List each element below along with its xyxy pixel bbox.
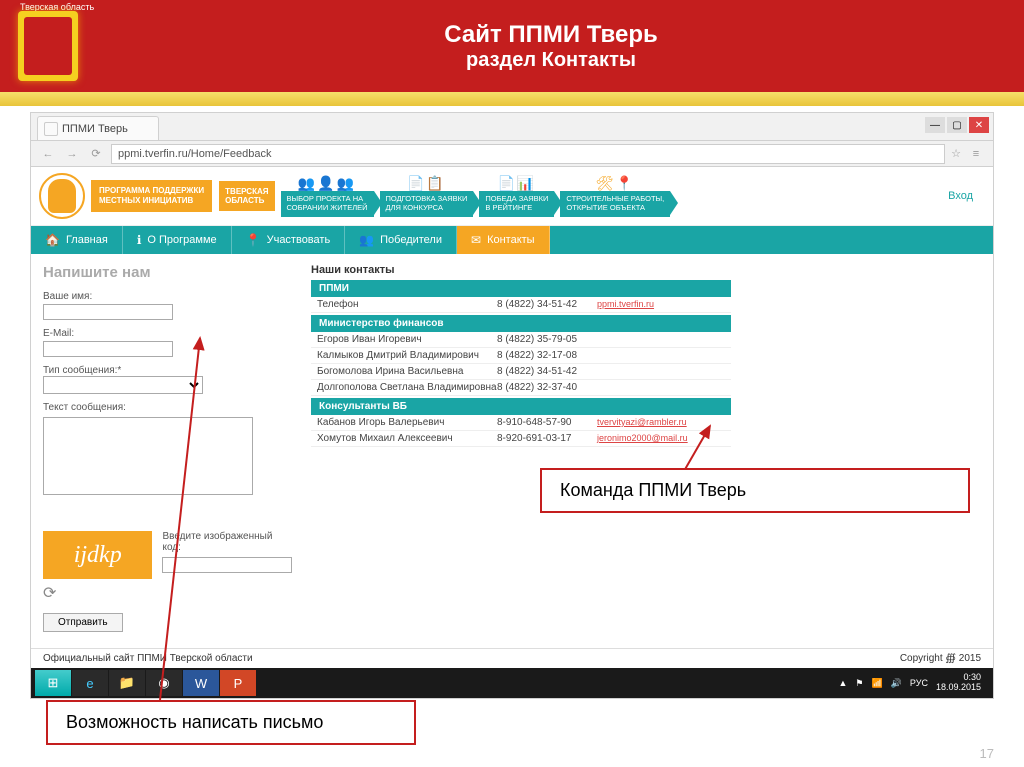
taskbar-ie-icon[interactable]: e [72, 670, 108, 696]
slide-banner: Тверская область Сайт ППМИ Тверь раздел … [0, 0, 1024, 92]
section-consultants: Консультанты ВБ [311, 398, 731, 415]
chart-icon: 📄📊 [497, 175, 536, 191]
nav-about[interactable]: ℹО Программе [123, 226, 232, 254]
tray-arrow-icon[interactable]: ▲ [838, 678, 847, 688]
document-icon: 📄📋 [407, 175, 446, 191]
tools-icon: 🛠📍 [596, 175, 635, 191]
submit-button[interactable]: Отправить [43, 613, 123, 632]
link-site[interactable]: ppmi.tverfin.ru [597, 299, 654, 310]
section-minfin: Министерство финансов [311, 315, 731, 332]
marker-icon: 📍 [246, 233, 261, 247]
form-heading: Напишите нам [43, 264, 293, 281]
tray-clock[interactable]: 0:3018.09.2015 [936, 673, 981, 693]
contact-row: Телефон8 (4822) 34-51-42ppmi.tverfin.ru [311, 297, 731, 313]
maximize-button[interactable]: ▢ [947, 117, 967, 133]
nav-participate[interactable]: 📍Участвовать [232, 226, 346, 254]
contact-row: Богомолова Ирина Васильевна8 (4822) 34-5… [311, 364, 731, 380]
address-bar: ← → ⟳ ppmi.tverfin.ru/Home/Feedback ☆ ≡ [31, 141, 993, 167]
tray-volume-icon[interactable]: 🔊 [891, 678, 902, 689]
login-link[interactable]: Вход [948, 190, 985, 202]
banner-strip [0, 92, 1024, 106]
site-logo-icon[interactable] [39, 173, 85, 219]
tab-strip: ППМИ Тверь — ▢ ✕ [31, 113, 993, 141]
tray-language[interactable]: РУС [910, 678, 928, 688]
people-icon: 👥👤👥 [298, 175, 356, 191]
nav-contacts[interactable]: ✉Контакты [457, 226, 550, 254]
back-button[interactable]: ← [39, 145, 57, 163]
site-header: ПРОГРАММА ПОДДЕРЖКИМЕСТНЫХ ИНИЦИАТИВ ТВЕ… [31, 167, 993, 226]
tray-flag-icon[interactable]: ⚑ [855, 678, 863, 689]
label-name: Ваше имя: [43, 291, 293, 302]
main-nav: 🏠Главная ℹО Программе 📍Участвовать 👥Побе… [31, 226, 993, 254]
system-tray: ▲ ⚑ 📶 🔊 РУС 0:3018.09.2015 [838, 673, 989, 693]
callout-write: Возможность написать письмо [46, 700, 416, 745]
nav-home[interactable]: 🏠Главная [31, 226, 123, 254]
contact-row: Калмыков Дмитрий Владимирович8 (4822) 32… [311, 348, 731, 364]
close-button[interactable]: ✕ [969, 117, 989, 133]
site-logo-text: ПРОГРАММА ПОДДЕРЖКИМЕСТНЫХ ИНИЦИАТИВ [91, 180, 212, 211]
menu-icon[interactable]: ≡ [967, 145, 985, 163]
home-icon: 🏠 [45, 233, 60, 247]
tray-network-icon[interactable]: 📶 [871, 678, 882, 689]
info-icon: ℹ [137, 233, 142, 247]
slide-title: Сайт ППМИ Тверь [78, 21, 1024, 49]
browser-tab[interactable]: ППМИ Тверь [37, 116, 159, 140]
copyright: Copyright ∰ 2015 [900, 653, 981, 664]
slide-number: 17 [980, 746, 994, 761]
contact-row: Долгополова Светлана Владимировна8 (4822… [311, 380, 731, 396]
reload-button[interactable]: ⟳ [87, 145, 105, 163]
input-name[interactable] [43, 304, 173, 320]
step-1[interactable]: 👥👤👥 ВЫБОР ПРОЕКТА НАСОБРАНИИ ЖИТЕЛЕЙ [281, 175, 374, 216]
step-4[interactable]: 🛠📍 СТРОИТЕЛЬНЫЕ РАБОТЫ,ОТКРЫТИЕ ОБЪЕКТА [560, 175, 670, 216]
step-2[interactable]: 📄📋 ПОДГОТОВКА ЗАЯВКИДЛЯ КОНКУРСА [380, 175, 474, 216]
contact-row: Егоров Иван Игоревич8 (4822) 35-79-05 [311, 332, 731, 348]
section-ppmi: ППМИ [311, 280, 731, 297]
minimize-button[interactable]: — [925, 117, 945, 133]
slide-subtitle: раздел Контакты [78, 49, 1024, 72]
nav-winners[interactable]: 👥Победители [345, 226, 457, 254]
url-input[interactable]: ppmi.tverfin.ru/Home/Feedback [111, 144, 945, 164]
captcha-image: ijdkp [43, 531, 152, 579]
forward-button[interactable]: → [63, 145, 81, 163]
site-logo-region: ТВЕРСКАЯОБЛАСТЬ [218, 181, 274, 211]
region-coat-of-arms [18, 11, 78, 81]
callout-team: Команда ППМИ Тверь [540, 468, 970, 513]
step-3[interactable]: 📄📊 ПОБЕДА ЗАЯВКИВ РЕЙТИНГЕ [479, 175, 554, 216]
start-button[interactable]: ⊞ [35, 670, 71, 696]
mail-icon: ✉ [471, 233, 481, 247]
group-icon: 👥 [359, 233, 374, 247]
bookmark-icon[interactable]: ☆ [951, 147, 961, 160]
contacts-heading: Наши контакты [311, 264, 731, 276]
arrow-to-form [140, 330, 280, 710]
